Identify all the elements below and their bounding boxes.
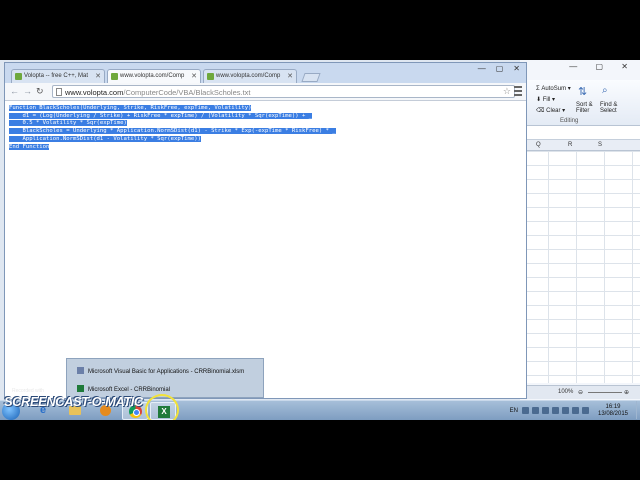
editing-group-label: Editing	[560, 118, 579, 124]
security-icon[interactable]	[542, 407, 549, 414]
tab-volopta-home[interactable]: Volopta -- free C++, Mat ✕	[11, 69, 105, 83]
zoom-out-icon[interactable]: ⊖	[578, 389, 583, 396]
clock-date: 13/08/2015	[597, 411, 629, 417]
code-line: End Function	[9, 143, 50, 150]
tab-blackscholes[interactable]: www.volopta.com/Comp ✕	[107, 69, 201, 83]
update-icon[interactable]	[552, 407, 559, 414]
autosum-button[interactable]: Σ AutoSum ▾	[536, 85, 571, 92]
volopta-favicon-icon	[207, 73, 214, 80]
cursor-highlight-ring	[145, 394, 179, 420]
zoom-level: 100%	[558, 389, 574, 395]
jump-item-label: Microsoft Excel - CRRBinomial	[88, 387, 171, 393]
excel-icon	[77, 385, 84, 392]
volume-icon[interactable]	[572, 407, 579, 414]
close-tab-icon[interactable]: ✕	[287, 72, 293, 80]
close-tab-icon[interactable]: ✕	[191, 72, 197, 80]
tab-title: Volopta -- free C++, Mat	[24, 73, 89, 79]
volopta-favicon-icon	[111, 73, 118, 80]
sort-filter-icon[interactable]: ⇅	[578, 85, 587, 98]
code-line: d1 = (Log(Underlying / Strike) + RiskFre…	[9, 112, 313, 119]
bookmark-star-icon[interactable]: ☆	[503, 86, 511, 97]
code-line: BlackScholes = Underlying * Application.…	[9, 128, 336, 135]
desktop-screen: — ▢ ✕ Σ AutoSum ▾ ⬇ Fill ▾ ⌫ Clear ▾ ⇅ S…	[0, 60, 640, 420]
menu-icon[interactable]	[514, 86, 522, 96]
excel-status-bar: 100% ⊖ ⊕	[520, 385, 640, 399]
new-tab-button[interactable]	[301, 73, 321, 82]
back-arrow-icon[interactable]: ←	[10, 86, 19, 96]
code-line: Application.NormSDist(d1 - Volatility * …	[9, 135, 201, 142]
autosum-label: AutoSum	[541, 86, 567, 92]
clear-label: Clear	[546, 108, 561, 114]
tray-icons	[522, 407, 592, 415]
column-header-q[interactable]: Q	[536, 142, 541, 148]
worksheet-grid[interactable]	[520, 151, 640, 383]
minimize-icon[interactable]: —	[478, 64, 486, 73]
tab-strip: Volopta -- free C++, Mat ✕ www.volopta.c…	[5, 63, 526, 83]
excel-window-controls[interactable]: — ▢ ✕	[569, 62, 636, 71]
code-line: Function BlackScholes(Underlying, Strike…	[9, 105, 252, 111]
zoom-slider[interactable]	[588, 392, 622, 393]
volopta-favicon-icon	[15, 73, 22, 80]
screencast-o-matic-logo: SCREENCAST-O-MATIC	[4, 394, 143, 409]
tab-volopta-code[interactable]: www.volopta.com/Comp ✕	[203, 69, 297, 83]
network-icon[interactable]	[532, 407, 539, 414]
maximize-icon[interactable]: ▢	[496, 64, 504, 73]
find-select-icon[interactable]: ⌕	[602, 85, 608, 96]
clear-button[interactable]: ⌫ Clear ▾	[536, 107, 565, 114]
excel-window: — ▢ ✕ Σ AutoSum ▾ ⬇ Fill ▾ ⌫ Clear ▾ ⇅ S…	[520, 60, 640, 400]
url-path: /ComputerCode/VBA/BlackScholes.txt	[123, 88, 251, 97]
close-window-icon[interactable]: ✕	[513, 64, 520, 73]
clock-time: 16:19	[605, 404, 621, 410]
column-header-s[interactable]: S	[598, 142, 602, 148]
tab-title: www.volopta.com/Comp	[120, 73, 185, 79]
page-content: Function BlackScholes(Underlying, Strike…	[5, 101, 526, 398]
close-tab-icon[interactable]: ✕	[95, 72, 101, 80]
page-icon	[56, 88, 62, 96]
column-header-r[interactable]: R	[568, 142, 572, 148]
formula-bar[interactable]	[520, 126, 640, 140]
code-text[interactable]: Function BlackScholes(Underlying, Strike…	[5, 105, 517, 151]
code-line: 0.5 * Volatility * Sqr(expTime)	[9, 120, 127, 127]
column-headers: Q R S	[520, 140, 640, 151]
chrome-window-controls: — ▢ ✕	[468, 64, 520, 73]
show-desktop-button[interactable]	[636, 401, 640, 419]
language-indicator[interactable]: EN	[510, 408, 518, 414]
jump-item-label: Microsoft Visual Basic for Applications …	[88, 369, 245, 375]
jump-item-vba-editor[interactable]: Microsoft Visual Basic for Applications …	[77, 367, 244, 375]
battery-icon[interactable]	[562, 407, 569, 414]
reload-icon[interactable]: ↻	[36, 86, 44, 97]
vba-editor-icon	[77, 367, 84, 374]
address-bar[interactable]: www.volopta.com/ComputerCode/VBA/BlackSc…	[52, 85, 515, 98]
url-host: www.volopta.com	[65, 88, 124, 97]
zoom-in-icon[interactable]: ⊕	[624, 389, 629, 396]
wifi-icon[interactable]	[582, 407, 589, 414]
excel-taskbar-popup: Microsoft Visual Basic for Applications …	[66, 358, 264, 398]
excel-ribbon: Σ AutoSum ▾ ⬇ Fill ▾ ⌫ Clear ▾ ⇅ Sort & …	[520, 80, 640, 126]
jump-item-excel[interactable]: Microsoft Excel - CRRBinomial	[77, 385, 170, 393]
fill-button[interactable]: ⬇ Fill ▾	[536, 96, 555, 103]
clock[interactable]: 16:19 13/08/2015	[596, 404, 630, 418]
fill-label: Fill	[542, 97, 551, 103]
flag-icon[interactable]	[522, 407, 529, 414]
find-select-button[interactable]: Find & Select	[600, 102, 622, 114]
forward-arrow-icon[interactable]: →	[23, 86, 32, 96]
tab-title: www.volopta.com/Comp	[216, 73, 281, 79]
chrome-window: Volopta -- free C++, Mat ✕ www.volopta.c…	[4, 62, 527, 399]
sort-filter-button[interactable]: Sort & Filter	[576, 102, 598, 114]
browser-toolbar: ← → ↻ www.volopta.com/ComputerCode/VBA/B…	[5, 83, 526, 101]
